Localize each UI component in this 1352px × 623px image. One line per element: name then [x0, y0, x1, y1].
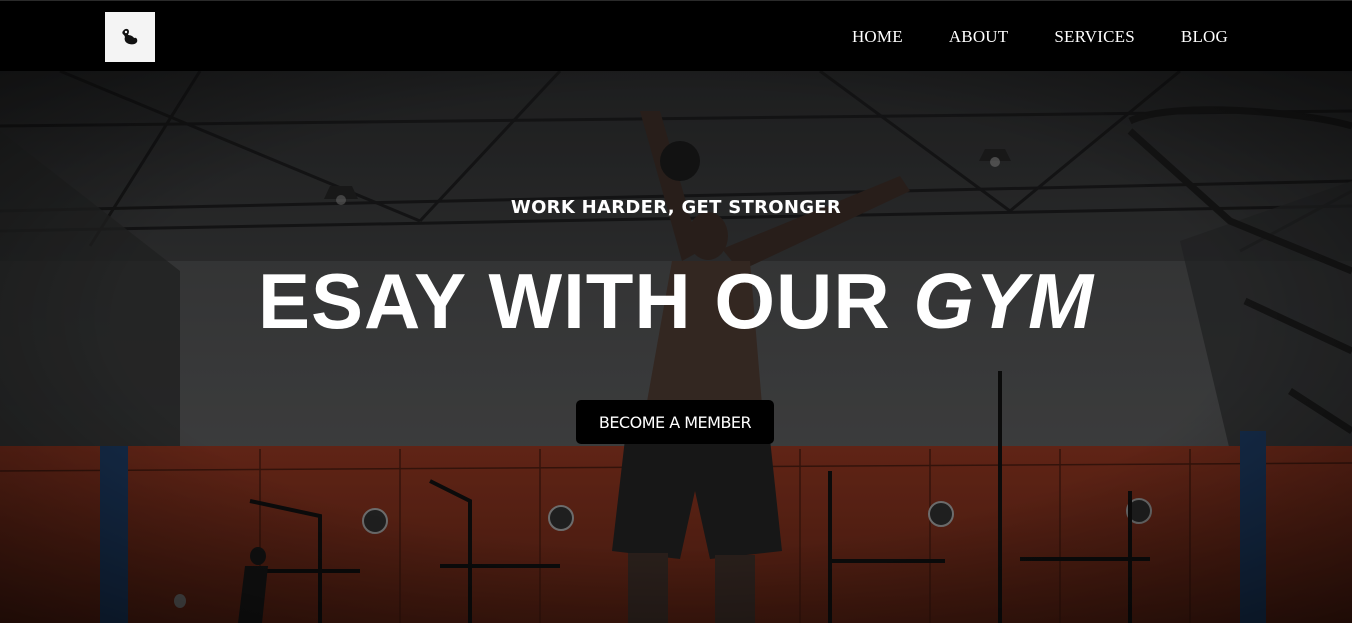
flexing-arm-icon	[122, 28, 138, 45]
nav-about-link[interactable]: ABOUT	[949, 27, 1009, 47]
headline-emphasis-text: GYM	[913, 257, 1095, 345]
nav-blog-link[interactable]: BLOG	[1181, 27, 1228, 47]
main-nav: HOME ABOUT SERVICES BLOG	[852, 1, 1228, 72]
logo[interactable]	[105, 12, 155, 62]
nav-home-link[interactable]: HOME	[852, 27, 903, 47]
hero-headline: ESAY WITH OUR GYM	[0, 256, 1352, 346]
headline-main-text: ESAY WITH OUR	[257, 257, 914, 345]
become-member-button[interactable]: BECOME A MEMBER	[576, 400, 774, 444]
nav-services-link[interactable]: SERVICES	[1054, 27, 1135, 47]
navbar: HOME ABOUT SERVICES BLOG	[0, 0, 1352, 71]
hero-content: WORK HARDER, GET STRONGER ESAY WITH OUR …	[0, 71, 1352, 623]
hero-section: WORK HARDER, GET STRONGER ESAY WITH OUR …	[0, 71, 1352, 623]
hero-tagline: WORK HARDER, GET STRONGER	[510, 197, 842, 218]
landing-page: HOME ABOUT SERVICES BLOG WORK HARDER, GE…	[0, 0, 1352, 623]
